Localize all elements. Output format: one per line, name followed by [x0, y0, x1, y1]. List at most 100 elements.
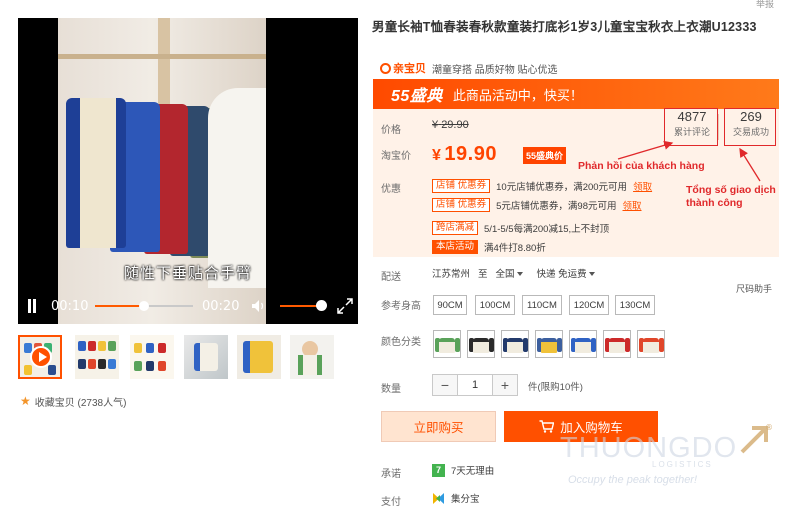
shirt-icon-part — [575, 338, 591, 353]
product-video[interactable]: 随性下垂贴合手臂 00:10 00:20 — [18, 18, 358, 324]
size-label: 参考身高 — [381, 301, 421, 312]
cross-store-badge: 跨店满减 — [432, 221, 479, 235]
thumb-video[interactable] — [18, 335, 62, 379]
shirt-icon-part — [557, 338, 562, 352]
ship-from: 江苏常州 — [432, 269, 471, 280]
coupon-row: 本店活动 满4件打8.80折 — [432, 240, 546, 254]
shop-logo-icon — [380, 62, 391, 74]
claim-link[interactable]: 领取 — [623, 198, 642, 212]
color-swatch-yellow[interactable] — [535, 330, 563, 358]
report-link[interactable]: 举报 — [756, 0, 774, 10]
coupon-text: 满4件打8.80折 — [484, 243, 546, 254]
size-option[interactable]: 120CM — [569, 295, 609, 315]
svg-text:®: ® — [765, 423, 773, 432]
shipping-label: 配送 — [381, 272, 401, 283]
video-caption: 随性下垂贴合手臂 — [123, 264, 252, 282]
shirt-icon-part — [609, 338, 625, 353]
product-title: 男童长袖T恤春装春秋款童装打底衫1岁3儿童宝宝秋衣上衣潮U12333 — [372, 20, 757, 34]
size-option[interactable]: 130CM — [615, 295, 655, 315]
shirt-icon-part — [643, 338, 659, 353]
claim-link[interactable]: 领取 — [633, 179, 652, 193]
shirt-icon-part — [541, 338, 557, 353]
color-swatch-black[interactable] — [467, 330, 495, 358]
coupon-badge: 店铺 优惠券 — [432, 179, 491, 193]
increment-button[interactable]: + — [493, 375, 517, 395]
coupon-label: 优惠 — [381, 184, 401, 195]
delivery-select[interactable]: 快递 免运费 — [537, 266, 595, 280]
promo-text: 此商品活动中，快买！ — [452, 87, 583, 103]
shirt — [66, 98, 126, 248]
current-time: 00:10 — [51, 299, 89, 314]
size-option[interactable]: 90CM — [433, 295, 467, 315]
shop-logo[interactable]: 亲宝贝 — [380, 60, 426, 76]
current-price: ¥19.90 — [432, 143, 497, 165]
progress-knob[interactable] — [139, 301, 149, 311]
seven-day-icon: 7 — [432, 463, 445, 477]
size-helper-link[interactable]: 尺码助手 — [736, 282, 772, 295]
promise-row: 7 7天无理由 — [432, 463, 494, 477]
promise-text[interactable]: 7天无理由 — [451, 463, 494, 477]
volume-knob[interactable] — [316, 300, 327, 311]
size-option[interactable]: 100CM — [475, 295, 515, 315]
favorite-link[interactable]: ★ 收藏宝贝 (2738人气) — [20, 394, 126, 409]
shirt-icon-part — [439, 338, 455, 353]
color-swatch-blue[interactable] — [569, 330, 597, 358]
buy-now-button[interactable]: 立即购买 — [381, 411, 496, 442]
payment-label: 支付 — [381, 497, 401, 508]
quantity-input[interactable]: 1 — [457, 375, 493, 395]
rack-post — [158, 18, 170, 108]
pause-icon[interactable] — [27, 299, 37, 313]
orig-price-label: 价格 — [381, 125, 401, 136]
person-sweater — [208, 88, 266, 288]
color-swatch-green[interactable] — [433, 330, 461, 358]
size-option[interactable]: 110CM — [522, 295, 562, 315]
thumb-5[interactable] — [237, 335, 281, 379]
watermark-slogan: Occupy the peak together! — [568, 474, 698, 486]
coupon-badge: 店铺 优惠券 — [432, 198, 491, 212]
thumb-3[interactable] — [130, 335, 174, 379]
quantity-limit: 件(限购10件) — [528, 382, 583, 393]
thumb-6[interactable] — [290, 335, 334, 379]
decrement-button[interactable]: − — [433, 375, 457, 395]
shirt-icon-part — [625, 338, 630, 352]
progress-track[interactable] — [95, 301, 193, 311]
fullscreen-icon[interactable] — [336, 297, 354, 315]
quantity-label: 数量 — [381, 384, 401, 395]
shop-tagline: 潮童穿搭 品质好物 贴心优选 — [432, 64, 558, 76]
total-time: 00:20 — [202, 299, 240, 314]
thumb-4[interactable] — [184, 335, 228, 379]
shirt-icon-part — [659, 338, 664, 352]
ship-to-select[interactable]: 全国 — [496, 266, 523, 280]
store-event-badge: 本店活动 — [432, 240, 479, 254]
shirt-icon-part — [591, 338, 596, 352]
original-price: ¥ 29.90 — [432, 119, 469, 131]
payment-text: 集分宝 — [451, 494, 480, 505]
promo-banner: 55盛典 此商品活动中，快买！ — [373, 79, 779, 109]
clothes-rack — [58, 54, 266, 59]
thumb-2[interactable] — [75, 335, 119, 379]
volume-icon[interactable] — [251, 299, 267, 313]
coupon-row: 店铺 优惠券 10元店铺优惠券，满200元可用 领取 — [432, 179, 652, 193]
play-icon — [30, 346, 52, 368]
shirt-icon-part — [523, 338, 528, 352]
shirt-icon-part — [507, 338, 523, 353]
color-swatch-orange[interactable] — [637, 330, 665, 358]
coupon-row: 店铺 优惠券 5元店铺优惠券，满98元可用 领取 — [432, 198, 642, 212]
video-controls: 00:10 00:20 — [18, 294, 358, 318]
coupon-text: 5/1-5/5每满200减15,上不封顶 — [484, 224, 610, 235]
color-swatch-red[interactable] — [603, 330, 631, 358]
ship-to-prefix: 至 — [478, 269, 488, 280]
color-swatch-navy[interactable] — [501, 330, 529, 358]
shop-row: 亲宝贝 潮童穿搭 品质好物 贴心优选 — [380, 60, 558, 76]
payment-row: 集分宝 — [432, 491, 480, 505]
color-label: 颜色分类 — [381, 337, 421, 348]
sales-annotation: Tổng số giao dịch thành công — [686, 184, 776, 209]
coupon-text: 10元店铺优惠券，满200元可用 — [496, 182, 628, 193]
coupon-row: 跨店满减 5/1-5/5每满200减15,上不封顶 — [432, 221, 609, 235]
shirt-icon-part — [455, 338, 460, 352]
shipping-row: 江苏常州 至 全国 快递 免运费 — [432, 266, 595, 280]
star-icon: ★ — [20, 394, 31, 408]
cur-price-label: 淘宝价 — [381, 151, 411, 162]
progress-fill — [95, 305, 144, 307]
quantity-stepper: − 1 + — [432, 374, 518, 396]
